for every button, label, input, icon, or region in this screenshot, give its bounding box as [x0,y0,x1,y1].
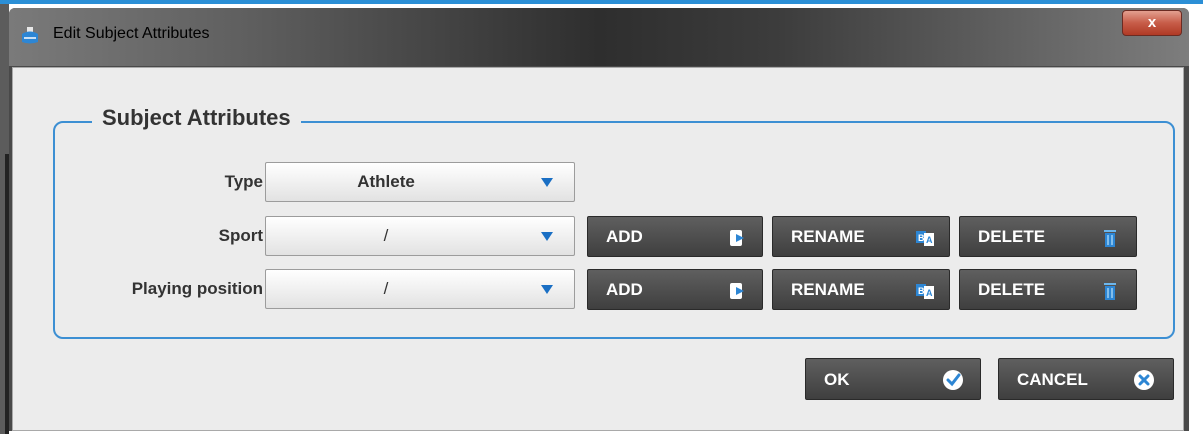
position-delete-button[interactable]: DELETE [959,269,1137,310]
cancel-x-icon [1134,370,1154,390]
svg-text:A: A [926,235,933,245]
background-window-edge [0,4,9,434]
playing-position-value: / [383,279,389,298]
delete-icon [1104,230,1116,247]
svg-text:B: B [918,286,925,296]
dropdown-arrow-icon [541,285,553,294]
playing-position-dropdown[interactable]: / [265,269,575,309]
add-label: ADD [606,280,643,299]
type-dropdown[interactable]: Athlete [265,162,575,202]
delete-label: DELETE [978,280,1046,299]
sport-delete-button[interactable]: DELETE [959,216,1137,257]
sport-value: / [383,226,389,245]
top-accent-bar [0,0,1203,4]
rename-label: RENAME [791,280,865,299]
add-icon [730,230,744,246]
cancel-label: CANCEL [1017,370,1088,389]
close-button[interactable]: x [1122,10,1182,36]
add-label: ADD [606,227,643,246]
position-rename-button[interactable]: RENAME B A [772,269,950,310]
delete-icon [1104,283,1116,300]
checkmark-icon [943,370,963,390]
window-title: Edit Subject Attributes [53,25,210,42]
add-icon [730,283,744,299]
position-add-button[interactable]: ADD [587,269,763,310]
title-bar[interactable]: Edit Subject Attributes x [9,8,1189,66]
dropdown-arrow-icon [541,232,553,241]
playing-position-label: Playing position [131,279,263,298]
rename-icon: B A [916,284,934,299]
ok-button[interactable]: OK [805,358,981,400]
dialog-body: Subject Attributes Type Athlete Sport / … [12,67,1184,431]
type-value: Athlete [357,172,415,191]
dropdown-arrow-icon [541,178,553,187]
sport-dropdown[interactable]: / [265,216,575,256]
sport-label: Sport [218,226,263,245]
sport-add-button[interactable]: ADD [587,216,763,257]
cancel-button[interactable]: CANCEL [998,358,1174,400]
rename-label: RENAME [791,227,865,246]
group-title: Subject Attributes [92,105,301,131]
svg-text:B: B [918,233,925,243]
sport-rename-button[interactable]: RENAME B A [772,216,950,257]
close-icon: x [1147,14,1157,31]
edit-subject-attributes-dialog: Edit Subject Attributes x Subject Attrib… [9,8,1189,431]
delete-label: DELETE [978,227,1046,246]
ok-label: OK [824,370,850,389]
type-label: Type [224,172,263,191]
svg-text:A: A [926,288,933,298]
rename-icon: B A [916,231,934,246]
app-icon [22,27,38,44]
